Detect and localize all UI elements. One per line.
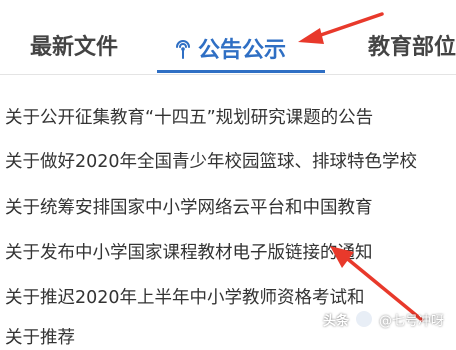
watermark-author: @七号冲呀 xyxy=(378,313,444,329)
notice-item[interactable]: 关于做好2020年全国青少年校园篮球、排球特色学校 xyxy=(5,150,456,174)
notice-item[interactable]: 关于统筹安排国家中小学网络云平台和中国教育 xyxy=(5,196,456,220)
watermark-brand: 头条 xyxy=(322,313,349,329)
notice-item[interactable]: 关于公开征集教育“十四五”规划研究课题的公告 xyxy=(5,106,456,130)
watermark: 头条 @七号冲呀 xyxy=(317,306,450,332)
tab-latest-files[interactable]: 最新文件 xyxy=(30,34,118,62)
tab-announcements-label: 公告公示 xyxy=(198,38,287,63)
tab-announcements[interactable]: 公告公示 xyxy=(172,34,286,65)
tab-bar: 最新文件 公告公示 教育部位 xyxy=(0,0,456,75)
avatar xyxy=(354,310,373,328)
active-tab-indicator xyxy=(157,70,325,73)
signal-icon xyxy=(176,40,190,59)
notice-item[interactable]: 关于发布中小学国家课程教材电子版链接的通知 xyxy=(5,241,456,265)
tab-ministry[interactable]: 教育部位 xyxy=(368,34,456,62)
